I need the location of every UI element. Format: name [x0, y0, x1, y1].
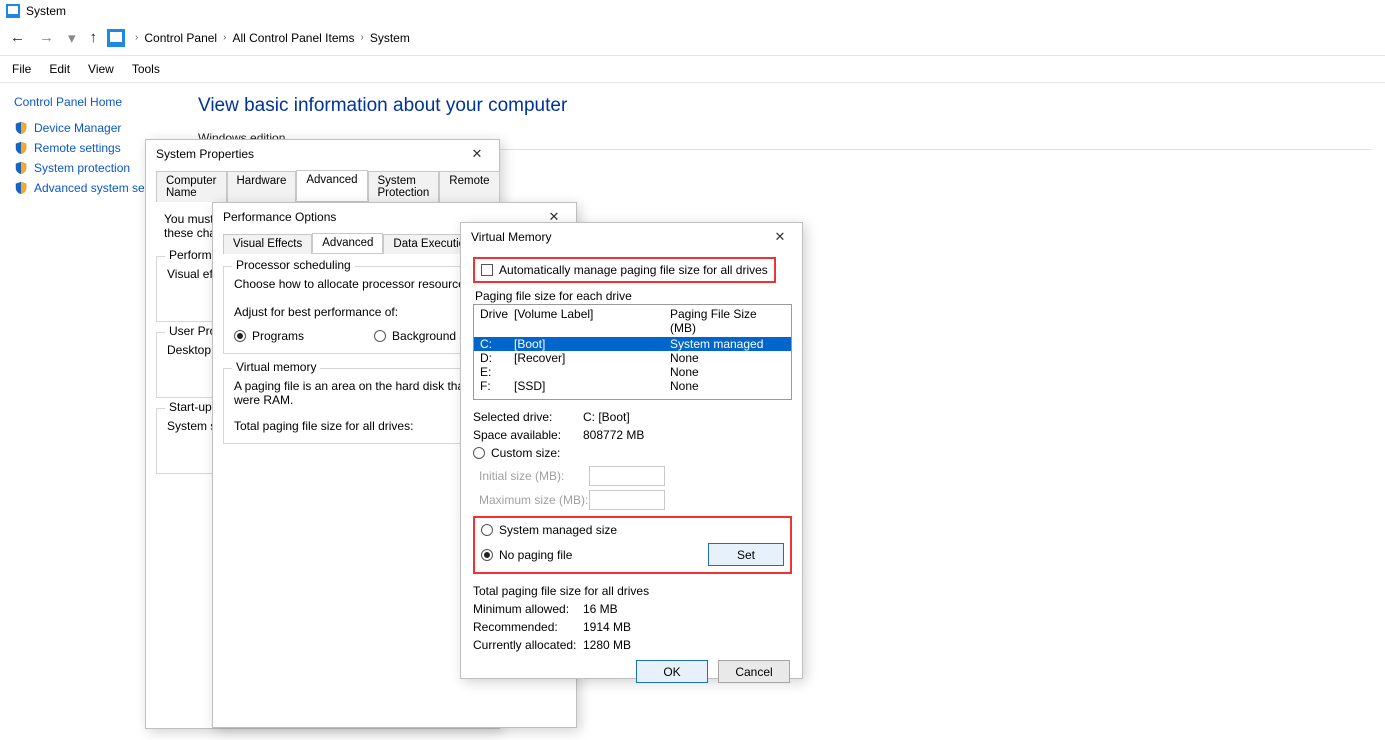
radio-label: Programs: [252, 329, 304, 343]
space-available-value: 808772 MB: [583, 428, 644, 442]
drive-listview[interactable]: Drive [Volume Label] Paging File Size (M…: [473, 304, 792, 400]
initial-size-input[interactable]: [589, 466, 665, 486]
sidebar-item-label: Remote settings: [34, 141, 121, 155]
tabs: Computer Name Hardware Advanced System P…: [156, 170, 489, 202]
checkbox-label: Automatically manage paging file size fo…: [499, 263, 768, 277]
each-drive-label: Paging file size for each drive: [475, 289, 792, 303]
sidebar-item-label: System protection: [34, 161, 130, 175]
highlight-auto-manage: Automatically manage paging file size fo…: [473, 257, 776, 283]
breadcrumb-item[interactable]: Control Panel: [144, 31, 217, 45]
history-dropdown-icon[interactable]: ▾: [68, 29, 76, 47]
close-icon[interactable]: ✕: [461, 143, 493, 165]
col-size: Paging File Size (MB): [670, 307, 785, 335]
drive-letter: D:: [480, 351, 514, 365]
min-allowed-value: 16 MB: [583, 602, 618, 616]
chevron-right-icon: ›: [135, 32, 138, 43]
system-icon: [6, 4, 20, 18]
window-title: System: [26, 4, 66, 18]
radio-system-managed[interactable]: System managed size: [481, 523, 617, 537]
drive-row[interactable]: C: [Boot] System managed: [474, 337, 791, 351]
col-volume: [Volume Label]: [514, 307, 670, 335]
breadcrumb-item[interactable]: System: [370, 31, 410, 45]
drive-size: None: [670, 351, 785, 365]
initial-size-label: Initial size (MB):: [479, 469, 589, 483]
menu-edit[interactable]: Edit: [49, 62, 70, 76]
breadcrumb: › Control Panel › All Control Panel Item…: [135, 31, 410, 45]
radio-custom-size[interactable]: Custom size:: [473, 446, 560, 460]
menu-view[interactable]: View: [88, 62, 114, 76]
tab-system-protection[interactable]: System Protection: [368, 171, 440, 202]
radio-label: No paging file: [499, 548, 572, 562]
drive-size: None: [670, 379, 785, 393]
control-panel-home-link[interactable]: Control Panel Home: [14, 95, 190, 109]
currently-allocated-value: 1280 MB: [583, 638, 631, 652]
drive-vol: [SSD]: [514, 379, 670, 393]
drive-row[interactable]: F: [SSD] None: [474, 379, 791, 399]
drive-size: None: [670, 365, 785, 379]
nav-arrows: ← → ▾ ↑: [10, 29, 97, 47]
tab-remote[interactable]: Remote: [439, 171, 499, 202]
radio-label: System managed size: [499, 523, 617, 537]
breadcrumb-item[interactable]: All Control Panel Items: [232, 31, 354, 45]
selected-drive-label: Selected drive:: [473, 410, 583, 424]
drive-row[interactable]: D: [Recover] None: [474, 351, 791, 365]
drive-size: System managed: [670, 337, 785, 351]
drive-vol: [Boot]: [514, 337, 670, 351]
menu-tools[interactable]: Tools: [132, 62, 160, 76]
group-legend: Virtual memory: [232, 360, 320, 374]
drive-vol: [Recover]: [514, 351, 670, 365]
currently-allocated-label: Currently allocated:: [473, 638, 583, 652]
breadcrumb-icon: [107, 29, 125, 47]
checkbox-auto-manage[interactable]: Automatically manage paging file size fo…: [481, 263, 768, 277]
tab-computer-name[interactable]: Computer Name: [156, 171, 227, 202]
selected-drive-value: C: [Boot]: [583, 410, 630, 424]
shield-icon: [14, 181, 28, 195]
tab-advanced[interactable]: Advanced: [312, 233, 383, 253]
chevron-right-icon: ›: [361, 32, 364, 43]
menu-bar: File Edit View Tools: [0, 56, 1385, 83]
set-button[interactable]: Set: [708, 543, 784, 566]
tab-hardware[interactable]: Hardware: [227, 171, 297, 202]
total-paging-label: Total paging file size for all drives: [473, 584, 792, 598]
group-legend: Processor scheduling: [232, 258, 355, 272]
radio-no-paging-file[interactable]: No paging file: [481, 548, 572, 562]
recommended-label: Recommended:: [473, 620, 583, 634]
radio-label: Custom size:: [491, 446, 560, 460]
dialog-title: System Properties: [156, 147, 254, 161]
forward-icon[interactable]: →: [39, 29, 54, 46]
recommended-value: 1914 MB: [583, 620, 631, 634]
shield-icon: [14, 161, 28, 175]
address-bar: ← → ▾ ↑ › Control Panel › All Control Pa…: [0, 22, 1385, 56]
col-drive: Drive: [480, 307, 514, 335]
min-allowed-label: Minimum allowed:: [473, 602, 583, 616]
drive-letter: E:: [480, 365, 514, 379]
up-icon[interactable]: ↑: [90, 29, 98, 46]
chevron-right-icon: ›: [223, 32, 226, 43]
tab-visual-effects[interactable]: Visual Effects: [223, 234, 312, 254]
window-titlebar: System: [0, 0, 1385, 22]
drive-letter: C:: [480, 337, 514, 351]
close-icon[interactable]: ✕: [764, 226, 796, 248]
radio-programs[interactable]: Programs: [234, 329, 304, 343]
shield-icon: [14, 121, 28, 135]
maximum-size-label: Maximum size (MB):: [479, 493, 589, 507]
back-icon[interactable]: ←: [10, 29, 25, 46]
ok-button[interactable]: OK: [636, 660, 708, 683]
dialog-title: Performance Options: [223, 210, 336, 224]
menu-file[interactable]: File: [12, 62, 31, 76]
sidebar-item-label: Device Manager: [34, 121, 121, 135]
maximum-size-input[interactable]: [589, 490, 665, 510]
sidebar-item-device-manager[interactable]: Device Manager: [14, 121, 190, 135]
shield-icon: [14, 141, 28, 155]
drive-letter: F:: [480, 379, 514, 393]
space-available-label: Space available:: [473, 428, 583, 442]
tab-advanced[interactable]: Advanced: [296, 170, 367, 201]
drive-row[interactable]: E: None: [474, 365, 791, 379]
drive-vol: [514, 365, 670, 379]
virtual-memory-dialog: Virtual Memory ✕ Automatically manage pa…: [460, 222, 803, 679]
cancel-button[interactable]: Cancel: [718, 660, 790, 683]
dialog-title: Virtual Memory: [471, 230, 551, 244]
page-title: View basic information about your comput…: [198, 95, 1371, 117]
highlight-paging-choice: System managed size No paging file Set: [473, 516, 792, 574]
